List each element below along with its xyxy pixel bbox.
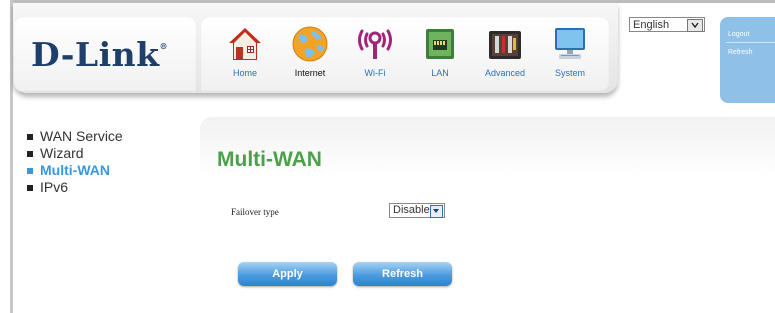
nav-item-advanced[interactable]: Advanced bbox=[475, 23, 535, 85]
sidebar-item-ipv6[interactable]: IPv6 bbox=[27, 179, 123, 196]
account-panel: Logout Refresh bbox=[720, 17, 775, 103]
bullet-icon bbox=[27, 134, 33, 140]
failover-type-value: Disable bbox=[393, 204, 430, 216]
home-icon bbox=[226, 25, 264, 63]
language-select[interactable]: English bbox=[629, 17, 705, 32]
globe-icon bbox=[291, 25, 329, 63]
logo-area: D-Link® bbox=[13, 16, 197, 92]
bullet-icon bbox=[27, 168, 33, 174]
dlink-logo: D-Link® bbox=[31, 35, 169, 74]
nav-label-lan: LAN bbox=[431, 68, 449, 78]
sidebar-item-label: Multi-WAN bbox=[40, 162, 110, 178]
sidebar-menu: WAN Service Wizard Multi-WAN IPv6 bbox=[27, 128, 123, 196]
language-value: English bbox=[633, 19, 670, 31]
sidebar-item-label: WAN Service bbox=[40, 128, 123, 144]
apply-button[interactable]: Apply bbox=[238, 262, 337, 286]
nav-label-system: System bbox=[554, 68, 585, 78]
side-divider bbox=[726, 42, 775, 43]
bullet-icon bbox=[27, 185, 33, 191]
page-title: Multi-WAN bbox=[217, 148, 322, 171]
sidebar-item-multi-wan[interactable]: Multi-WAN bbox=[27, 162, 123, 179]
nav-item-internet[interactable]: Internet bbox=[280, 23, 340, 85]
sidebar-item-label: Wizard bbox=[40, 145, 84, 161]
computer-icon bbox=[551, 25, 589, 63]
main-nav: Home Internet Wi-Fi LAN Advanced System bbox=[200, 16, 610, 92]
wifi-icon bbox=[356, 25, 394, 63]
nav-item-home[interactable]: Home bbox=[215, 23, 275, 85]
nav-item-wifi[interactable]: Wi-Fi bbox=[345, 23, 405, 85]
chevron-down-icon[interactable] bbox=[430, 205, 443, 218]
refresh-button[interactable]: Refresh bbox=[353, 262, 452, 286]
failover-type-select[interactable]: Disable bbox=[389, 203, 445, 218]
nav-item-lan[interactable]: LAN bbox=[410, 23, 470, 85]
sidebar-item-wizard[interactable]: Wizard bbox=[27, 145, 123, 162]
logout-link[interactable]: Logout bbox=[728, 31, 749, 38]
sidebar-item-wan-service[interactable]: WAN Service bbox=[27, 128, 123, 145]
nav-label-internet: Internet bbox=[294, 68, 326, 78]
sidebar-item-label: IPv6 bbox=[40, 179, 69, 195]
failover-type-label: Failover type bbox=[231, 207, 279, 217]
lan-icon bbox=[421, 25, 459, 63]
refresh-link[interactable]: Refresh bbox=[728, 49, 753, 56]
chevron-down-icon[interactable] bbox=[687, 19, 703, 32]
bullet-icon bbox=[27, 151, 33, 157]
nav-item-system[interactable]: System bbox=[540, 23, 600, 85]
nav-label-wifi: Wi-Fi bbox=[364, 68, 386, 78]
toolbox-icon bbox=[486, 25, 524, 63]
nav-label-advanced: Advanced bbox=[484, 68, 526, 78]
nav-label-home: Home bbox=[232, 68, 257, 78]
